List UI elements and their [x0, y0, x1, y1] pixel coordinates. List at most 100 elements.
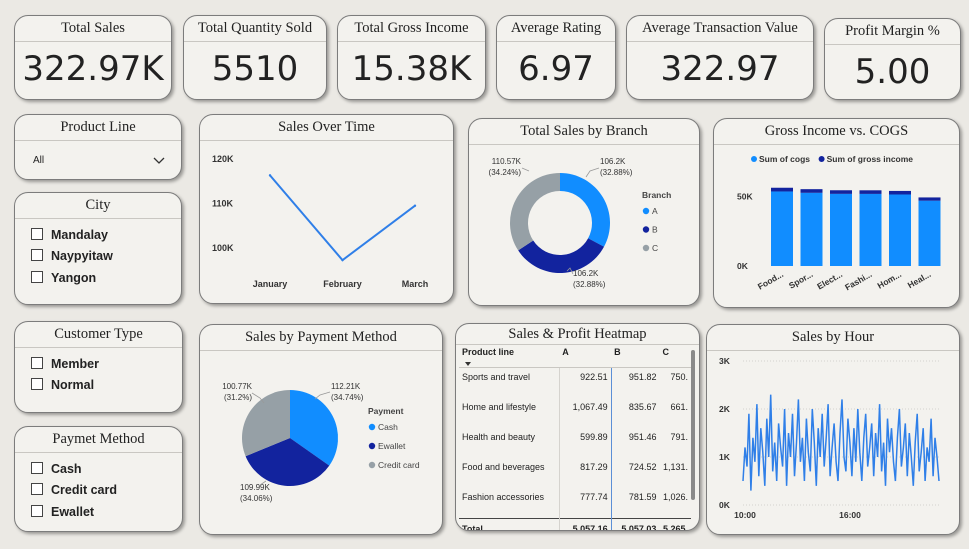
city-option-mandalay[interactable]: Mandalay: [31, 227, 108, 243]
checkbox-icon[interactable]: [31, 228, 43, 240]
sales-by-hour-card: Sales by Hour 3K 2K 1K 0K 10:00 16:00: [706, 324, 960, 535]
payment-option-cash[interactable]: Cash: [31, 461, 82, 477]
total-cell: 5,265.: [659, 518, 691, 530]
x-tick-label: Food...: [756, 269, 785, 292]
x-tick-label: 10:00: [734, 510, 756, 520]
total-cell: 5,057.03: [611, 518, 660, 530]
gross-vs-cogs-title: Gross Income vs. COGS: [714, 119, 959, 145]
customer-type-option-member[interactable]: Member: [31, 356, 99, 372]
legend-marker: [368, 423, 376, 431]
table-cell: 724.52: [628, 462, 657, 472]
y-tick-label: 100K: [212, 243, 234, 253]
bar-cogs: [859, 193, 882, 266]
kpi-total-quantity-value: 5510: [211, 49, 299, 89]
table-row: Fashion accessories 777.74 781.59 1,026.: [459, 488, 691, 519]
legend-marker: [368, 442, 376, 450]
payment-option-ewallet[interactable]: Ewallet: [31, 504, 94, 520]
customer-type-option-label: Member: [51, 357, 99, 371]
kpi-avg-rating-label: Average Rating: [497, 16, 615, 42]
total-cell: 5,057.16: [559, 518, 612, 530]
branch-slice-b: [518, 238, 604, 273]
table-row: Food and beverages 817.29 724.52 1,131.: [459, 458, 691, 488]
kpi-total-quantity: Total Quantity Sold 5510: [183, 15, 327, 100]
checkbox-icon[interactable]: [31, 249, 43, 261]
heatmap-card: Sales & Profit Heatmap Product line A B C Sp…: [455, 323, 700, 531]
total-cell: Total: [459, 518, 560, 530]
table-cell: 599.89: [559, 428, 612, 458]
y-tick-label: 0K: [719, 500, 731, 510]
payment-option-label: Credit card: [51, 483, 117, 497]
y-tick-label: 120K: [212, 154, 234, 164]
data-label: 106.2K: [573, 269, 599, 278]
heatmap-table-wrap[interactable]: Product line A B C Sports and travel 922.51 95…: [459, 347, 691, 530]
bar-cogs: [771, 191, 793, 266]
sales-by-payment-card: Sales by Payment Method 112.21K (34.74%) 1…: [199, 324, 443, 535]
city-option-label: Naypyitaw: [51, 249, 113, 263]
table-cell: 835.67: [628, 402, 657, 412]
table-cell: Health and beauty: [459, 428, 560, 458]
legend-label: Cash: [378, 422, 398, 432]
checkbox-icon[interactable]: [31, 483, 43, 495]
legend-label: Ewallet: [378, 441, 406, 451]
y-tick-label: 50K: [737, 191, 753, 201]
legend-marker: [751, 156, 757, 162]
sort-down-icon[interactable]: [465, 362, 471, 366]
product-line-slicer: Product Line All: [14, 114, 182, 180]
table-cell: 661.: [670, 402, 688, 412]
data-label: 112.21K: [331, 382, 361, 391]
sales-by-branch-chart: 106.2K (32.88%) 106.2K (32.88%) 110.57K (34.2…: [489, 157, 672, 289]
kpi-profit-margin-value: 5.00: [854, 52, 931, 92]
sales-by-hour-title: Sales by Hour: [707, 325, 959, 351]
x-tick-label: Elect...: [815, 269, 844, 291]
bar-cogs: [889, 194, 911, 266]
leader-line: [521, 167, 530, 172]
kpi-profit-margin-label: Profit Margin %: [825, 19, 960, 45]
product-line-title: Product Line: [15, 115, 181, 141]
customer-type-option-normal[interactable]: Normal: [31, 377, 94, 393]
sales-by-payment-chart: 112.21K (34.74%) 109.99K (34.06%) 100.77K (31…: [222, 382, 420, 503]
bar-cogs: [830, 193, 852, 266]
table-cell: 922.51: [559, 367, 612, 398]
kpi-gross-income-label: Total Gross Income: [338, 16, 485, 42]
kpi-profit-margin: Profit Margin % 5.00: [824, 18, 961, 100]
checkbox-icon[interactable]: [31, 271, 43, 283]
kpi-total-sales-value: 322.97K: [22, 49, 164, 89]
customer-type-title: Customer Type: [15, 322, 182, 348]
checkbox-icon[interactable]: [31, 357, 43, 369]
x-tick-label: March: [402, 279, 429, 289]
y-tick-label: 1K: [719, 452, 731, 462]
y-tick-label: 2K: [719, 404, 731, 414]
payment-option-credit-card[interactable]: Credit card: [31, 482, 117, 498]
table-cell: 817.29: [559, 458, 612, 488]
checkbox-icon[interactable]: [31, 462, 43, 474]
checkbox-icon[interactable]: [31, 505, 43, 517]
city-slicer: City Mandalay Naypyitaw Yangon: [14, 192, 182, 305]
city-option-naypyitaw[interactable]: Naypyitaw: [31, 248, 113, 264]
y-tick-label: 110K: [212, 198, 234, 208]
city-option-yangon[interactable]: Yangon: [31, 270, 96, 286]
payment-option-label: Ewallet: [51, 505, 95, 519]
table-cell: Fashion accessories: [459, 488, 560, 519]
gross-vs-cogs-chart: Sum of cogs Sum of gross income 50K 0K Food.…: [737, 154, 941, 292]
bar-gross-income: [771, 187, 793, 192]
kpi-avg-rating-value: 6.97: [518, 49, 594, 89]
table-cell: 781.59: [628, 492, 657, 502]
checkbox-icon[interactable]: [31, 378, 43, 390]
legend-label: Credit card: [378, 460, 420, 470]
table-row: Sports and travel 922.51 951.82 750.: [459, 367, 691, 398]
x-tick-label: Fashi...: [843, 269, 873, 292]
table-cell: 1,026.: [662, 492, 688, 502]
column-header: Product line: [459, 347, 560, 368]
table-cell: Home and lifestyle: [459, 398, 560, 428]
legend-marker: [642, 244, 650, 252]
heatmap-scrollbar[interactable]: [691, 350, 695, 500]
y-tick-label: 0K: [737, 261, 749, 271]
product-line-dropdown[interactable]: All: [33, 151, 165, 171]
bar-gross-income: [889, 190, 911, 195]
legend-marker: [818, 156, 825, 162]
legend-title: Payment: [368, 406, 404, 416]
table-cell: 750.: [670, 372, 688, 382]
city-title: City: [15, 193, 181, 219]
branch-slice-a: [560, 173, 610, 247]
bar-cogs: [918, 200, 941, 266]
